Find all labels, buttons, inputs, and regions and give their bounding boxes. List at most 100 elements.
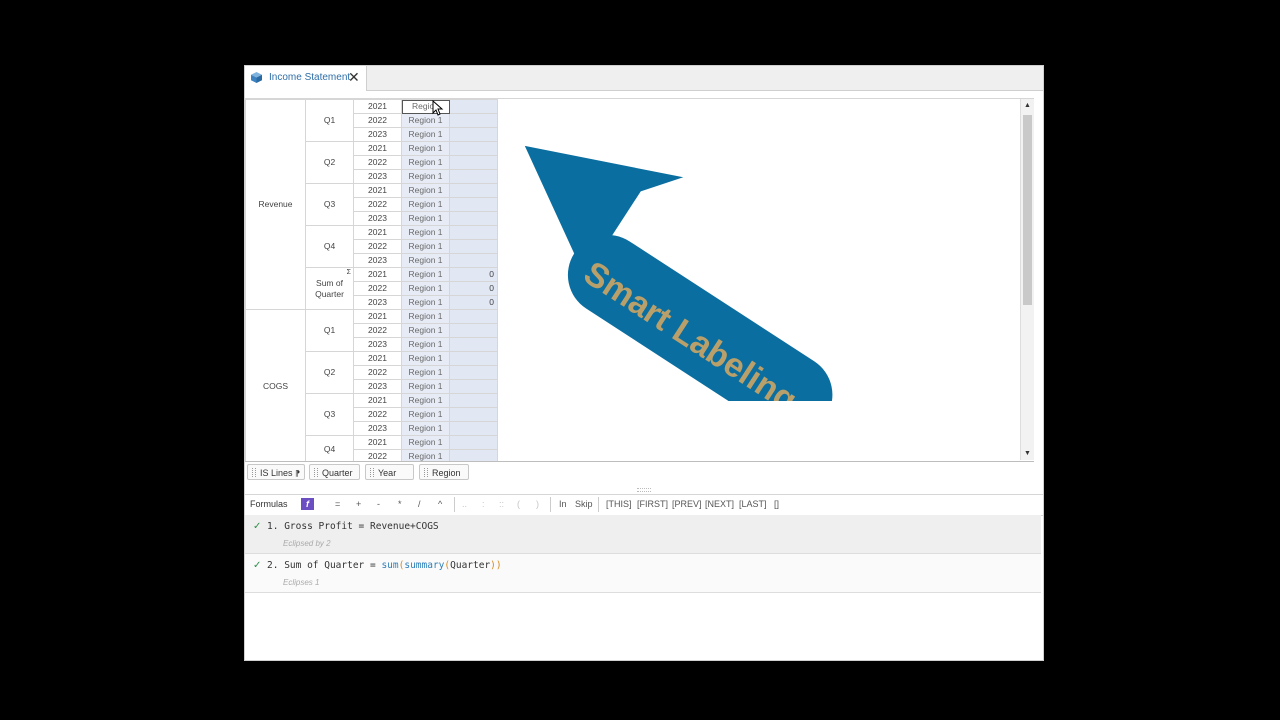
revenue-label: Revenue [245, 99, 306, 310]
region-cell[interactable]: Region 1 [401, 365, 450, 380]
ref-this[interactable]: [THIS] [606, 499, 632, 509]
ref-last[interactable]: [LAST] [739, 499, 767, 509]
op-open-paren[interactable]: ( [517, 499, 520, 509]
close-icon[interactable]: ✕ [348, 69, 360, 86]
function-arg: Quarter [450, 560, 491, 571]
value-cell[interactable] [449, 309, 498, 324]
op-multiply[interactable]: * [398, 499, 402, 509]
value-cell[interactable] [449, 225, 498, 240]
value-cell[interactable]: 0 [449, 295, 498, 310]
pivot-table: Revenue Q1 2021 Region 2022 Region 1 2023 Regio… [245, 99, 498, 461]
year-cell: 2023 [353, 421, 402, 436]
region-cell[interactable]: Region 1 [401, 309, 450, 324]
value-cell[interactable] [449, 127, 498, 142]
year-cell: 2022 [353, 197, 402, 212]
formula-1-note: Eclipsed by 2 [283, 539, 331, 548]
ref-empty[interactable]: [] [774, 499, 779, 509]
region-cell[interactable]: Region 1 [401, 351, 450, 366]
region-cell[interactable]: Region 1 [401, 295, 450, 310]
grip-icon [424, 468, 428, 477]
year-cell: 2023 [353, 337, 402, 352]
scroll-down-icon[interactable]: ▼ [1024, 450, 1031, 457]
region-cell[interactable]: Region 1 [401, 225, 450, 240]
tab-income-statement[interactable]: Income Statement ✕ [245, 66, 367, 91]
region-cell[interactable]: Region 1 [401, 169, 450, 184]
op-divide[interactable]: / [418, 499, 421, 509]
region-cell[interactable]: Region 1 [401, 281, 450, 296]
value-cell[interactable] [449, 365, 498, 380]
value-cell[interactable] [449, 155, 498, 170]
quarter-label-q1: Q1 [305, 309, 354, 352]
value-cell[interactable] [449, 323, 498, 338]
region-pill[interactable]: Region [419, 464, 469, 480]
region-cell[interactable]: Region 1 [401, 183, 450, 198]
ref-first[interactable]: [FIRST] [637, 499, 668, 509]
region-cell[interactable]: Region 1 [401, 379, 450, 394]
value-cell[interactable] [449, 435, 498, 450]
value-cell[interactable] [449, 169, 498, 184]
op-range[interactable]: .. [462, 499, 467, 509]
fx-button[interactable]: f [301, 498, 314, 510]
value-cell[interactable] [449, 113, 498, 128]
value-cell[interactable] [449, 407, 498, 422]
scroll-up-icon[interactable]: ▲ [1024, 102, 1031, 109]
op-double-colon[interactable]: :: [499, 499, 504, 509]
value-cell[interactable] [449, 253, 498, 268]
region-cell[interactable]: Region 1 [401, 211, 450, 226]
formula-2-note: Eclipses 1 [283, 578, 320, 587]
value-cell[interactable] [449, 183, 498, 198]
value-cell[interactable]: 0 [449, 267, 498, 282]
formula-1-code: 1. Gross Profit = Revenue+COGS [267, 521, 439, 532]
op-plus[interactable]: + [356, 499, 361, 509]
value-cell[interactable] [449, 337, 498, 352]
op-equals[interactable]: = [335, 499, 340, 509]
region-cell[interactable]: Region 1 [401, 239, 450, 254]
value-cell[interactable] [449, 197, 498, 212]
value-cell[interactable]: 0 [449, 281, 498, 296]
region-cell[interactable]: Region 1 [401, 435, 450, 450]
region-cell[interactable]: Region 1 [401, 337, 450, 352]
region-cell[interactable]: Region 1 [401, 267, 450, 282]
region-cell[interactable]: Region 1 [401, 127, 450, 142]
year-cell: 2023 [353, 379, 402, 394]
region-cell[interactable]: Region 1 [401, 197, 450, 212]
value-cell[interactable] [449, 379, 498, 394]
op-minus[interactable]: - [377, 499, 380, 509]
region-cell[interactable]: Region 1 [401, 421, 450, 436]
region-cell[interactable]: Region 1 [401, 393, 450, 408]
year-cell: 2021 [353, 99, 402, 114]
op-power[interactable]: ^ [438, 499, 442, 509]
region-cell[interactable]: Region 1 [401, 141, 450, 156]
ref-prev[interactable]: [PREV] [672, 499, 702, 509]
scroll-thumb[interactable] [1023, 115, 1032, 305]
year-cell: 2022 [353, 113, 402, 128]
region-cell[interactable]: Region 1 [401, 253, 450, 268]
quarter-pill[interactable]: Quarter [309, 464, 360, 480]
value-cell[interactable] [449, 393, 498, 408]
function-summary: summary [404, 560, 445, 571]
region-cell[interactable]: Region 1 [401, 323, 450, 338]
value-cell[interactable] [449, 99, 498, 114]
vertical-scrollbar[interactable]: ▲ ▼ [1020, 99, 1034, 460]
year-cell: 2022 [353, 155, 402, 170]
region-cell[interactable]: Region 1 [401, 407, 450, 422]
value-cell[interactable] [449, 239, 498, 254]
value-cell[interactable] [449, 449, 498, 461]
skip-button[interactable]: Skip [575, 499, 593, 509]
year-pill[interactable]: Year [365, 464, 414, 480]
value-cell[interactable] [449, 351, 498, 366]
value-cell[interactable] [449, 141, 498, 156]
op-colon[interactable]: : [482, 499, 485, 509]
toolbar-separator [454, 497, 455, 512]
in-button[interactable]: In [559, 499, 567, 509]
value-cell[interactable] [449, 421, 498, 436]
value-cell[interactable] [449, 211, 498, 226]
formula-row-1[interactable]: ✓ 1. Gross Profit = Revenue+COGS Eclipse… [245, 515, 1041, 554]
formula-row-2[interactable]: ✓ 2. Sum of Quarter = sum(summary(Quarte… [245, 554, 1041, 593]
op-close-paren[interactable]: ) [536, 499, 539, 509]
region-cell[interactable]: Region 1 [401, 155, 450, 170]
region-cell[interactable]: Region 1 [401, 449, 450, 461]
is-lines-pill[interactable]: IS Lines ⁋ [247, 464, 305, 480]
ref-next[interactable]: [NEXT] [705, 499, 734, 509]
panel-splitter[interactable] [637, 488, 651, 492]
